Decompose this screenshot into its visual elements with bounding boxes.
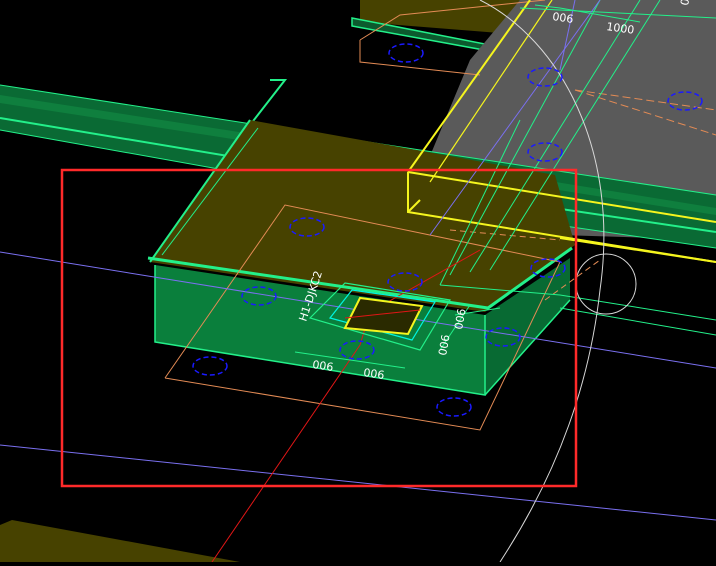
circle-marker-icon	[436, 397, 472, 417]
cad-3d-viewport[interactable]: H1-DJKC2 006 006 006 006 006 1000 06	[0, 0, 716, 563]
circle-marker-icon	[388, 43, 424, 63]
circle-marker-icon	[192, 356, 228, 376]
dim-bottom-right: 006	[363, 366, 386, 382]
dim-top-corner: 06	[678, 0, 693, 7]
bottom-left-slab[interactable]	[0, 520, 240, 562]
dim-bottom-left: 006	[312, 358, 335, 374]
